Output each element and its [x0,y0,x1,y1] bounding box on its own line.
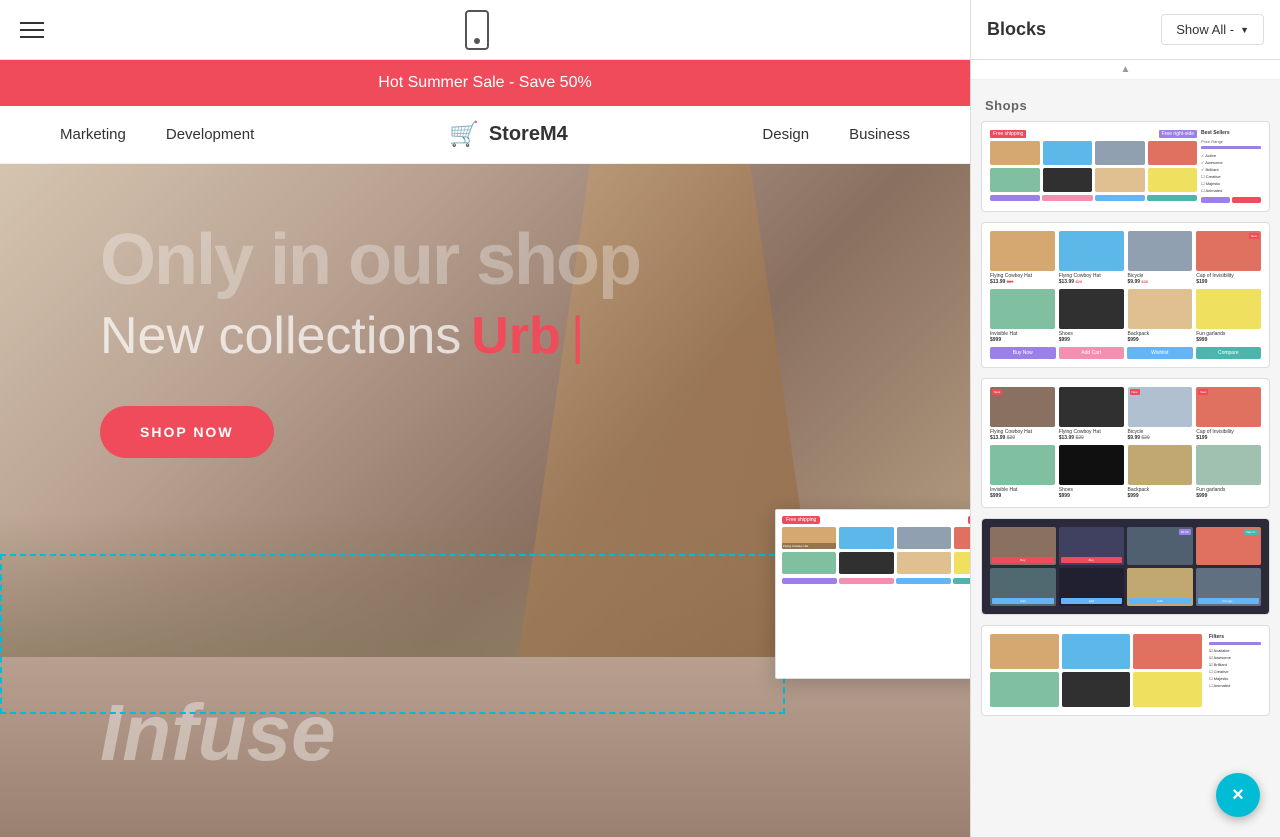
block-card-4[interactable]: Buy Buy $9.99 [981,518,1270,615]
show-all-label: Show All - [1176,22,1234,37]
logo-text: StoreM4 [489,123,568,146]
hero-subtitle: New collections Urb| [100,306,640,366]
block-card-2[interactable]: Flying Cowboy Hat $13.99 $20 Flying Cowb… [981,222,1270,368]
site-nav: Marketing Development 🛒 StoreM4 Design B… [0,106,970,164]
nav-business[interactable]: Business [849,126,910,143]
nav-marketing[interactable]: Marketing [60,126,126,143]
hero-subtitle-accent: Urb [471,306,561,366]
nav-development[interactable]: Development [166,126,254,143]
announcement-text: Hot Summer Sale - Save 50% [378,74,591,91]
hero-content: Only in our shop New collections Urb| SH… [100,224,640,458]
logo-cart-icon: 🛒 [449,120,479,149]
cursor-blink: | [571,306,585,366]
scroll-up-area[interactable]: ▲ [971,60,1280,80]
right-panel-header: Blocks Show All - [971,0,1280,60]
nav-design[interactable]: Design [762,126,809,143]
top-toolbar [0,0,970,60]
dashed-selection-box [0,554,785,714]
section-title-shops: Shops [985,98,1266,113]
hero-subtitle-prefix: New collections [100,306,461,366]
block-card-3[interactable]: New Flying Cowboy Hat $13.99 $20 Flying … [981,378,1270,508]
announcement-bar: Hot Summer Sale - Save 50% [0,60,970,106]
website-content: Hot Summer Sale - Save 50% Marketing Dev… [0,60,970,837]
phone-preview-icon[interactable] [465,10,489,50]
main-canvas: Hot Summer Sale - Save 50% Marketing Dev… [0,0,970,837]
right-panel-title: Blocks [987,19,1046,40]
shop-now-button[interactable]: SHOP NOW [100,406,274,458]
show-all-button[interactable]: Show All - [1161,14,1264,45]
right-panel-content[interactable]: Shops Free shipping Free right-side [971,80,1280,837]
nav-links-left: Marketing Development [60,126,254,143]
phone-icon [465,10,489,50]
nav-links-right: Design Business [762,126,910,143]
right-panel: Blocks Show All - ▲ Shops Free shipping … [970,0,1280,837]
hamburger-menu[interactable] [20,22,44,38]
hero-section: Only in our shop New collections Urb| SH… [0,164,970,714]
hero-title: Only in our shop [100,224,640,296]
floating-preview-thumbnail: Free shipping Free right-side Flying Cow… [775,509,970,679]
close-fab-button[interactable]: × [1216,773,1260,817]
block-card-5[interactable]: Filters ☑ Available ☑ Awesome ☑ Brillian… [981,625,1270,716]
site-logo: 🛒 StoreM4 [449,120,568,149]
block-card-1[interactable]: Free shipping Free right-side [981,121,1270,212]
